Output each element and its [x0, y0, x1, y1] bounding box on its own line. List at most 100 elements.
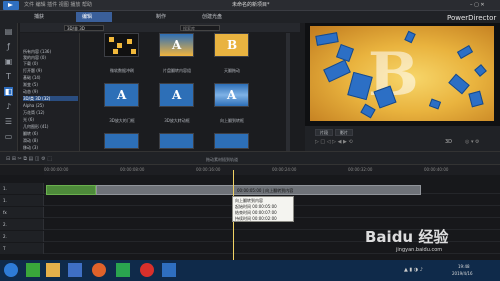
- title-bar: 文件 编辑 插件 视图 播放 帮助 未命名的新项目* – ▢ ✕: [0, 0, 500, 11]
- tab-capture[interactable]: 捕获: [28, 12, 50, 22]
- preview-settings-icon[interactable]: ◎ ▾ ⚙: [465, 139, 480, 145]
- brand-label: PowerDirector: [447, 14, 497, 22]
- tooltip-line: 起始时间 00:00:05:00: [235, 204, 277, 209]
- chapter-icon[interactable]: ☰: [4, 117, 13, 126]
- record-icon[interactable]: [140, 263, 154, 277]
- shard: [323, 59, 351, 83]
- shard: [474, 64, 487, 77]
- shard: [315, 32, 339, 46]
- thumbnail[interactable]: A: [159, 83, 194, 107]
- fx-icon[interactable]: ƒ: [4, 42, 13, 51]
- tree-item[interactable]: 渐变 (5): [23, 82, 38, 87]
- shard: [448, 73, 470, 95]
- track-header[interactable]: fx: [0, 207, 44, 218]
- tree-item[interactable]: 基础 (14): [23, 75, 40, 80]
- movie-mode-button[interactable]: 影片: [335, 129, 353, 136]
- thumbnail[interactable]: [159, 133, 194, 149]
- subtitle-icon[interactable]: ▭: [4, 132, 13, 141]
- import-icon[interactable]: ▤: [4, 27, 13, 36]
- thumbnail-caption: 向上翻到转框: [220, 118, 244, 123]
- powerdirector-window: 文件 编辑 插件 视图 播放 帮助 未命名的新项目* – ▢ ✕ 捕获 编辑 制…: [0, 0, 500, 281]
- app-icon[interactable]: [68, 263, 82, 277]
- track-header[interactable]: 1.: [0, 183, 44, 194]
- thumbnail[interactable]: A: [104, 83, 139, 107]
- track-header[interactable]: 2.: [0, 219, 44, 230]
- tree-item[interactable]: 移动 (3): [23, 145, 38, 150]
- timeline-ruler: 00:00:00:00 00:00:08:00 00:00:16:00 00:0…: [44, 165, 500, 175]
- tree-item[interactable]: 几何图形 (41): [23, 124, 48, 129]
- ruler-tick: 00:00:00:00: [44, 167, 69, 172]
- track-header[interactable]: 1.: [0, 195, 44, 206]
- app-logo: [3, 1, 19, 10]
- library-toolbar: 3D/非 3D 搜索库: [20, 23, 300, 32]
- clock-time: 19:48: [458, 264, 470, 269]
- folder-icon[interactable]: [46, 263, 60, 277]
- thumbnail-caption: 3D放大的门框: [109, 118, 135, 123]
- thumbnail[interactable]: [104, 33, 139, 57]
- preview-video: B: [310, 26, 494, 121]
- thumbnail[interactable]: A: [214, 83, 249, 107]
- tooltip-line: 结束时间 00:00:07:00: [235, 210, 277, 215]
- powerdirector-icon[interactable]: [162, 263, 176, 277]
- thumbnail-caption: 天翻拖动: [224, 68, 240, 73]
- shard: [428, 98, 442, 110]
- effects-icon[interactable]: ▣: [4, 57, 13, 66]
- tree-item[interactable]: 下载 (0): [23, 61, 38, 66]
- category-tree: 所有内容 (136) 我的内容 (0) 下载 (0) 打开题 (9) 基础 (1…: [20, 33, 80, 151]
- tree-item[interactable]: 打开题 (9): [23, 68, 42, 73]
- tooltip-line: 向上翻转到内容: [235, 198, 263, 203]
- watermark: Baidu 经验: [365, 228, 449, 246]
- audio-icon[interactable]: ♪: [4, 102, 13, 111]
- tree-item[interactable]: 翻转 (6): [23, 131, 38, 136]
- ruler-tick: 00:00:24:00: [272, 167, 297, 172]
- taskbar: ▲ ▮ ◑ ♪ 19:48 2019/4/16: [0, 260, 500, 281]
- tree-item[interactable]: 滑动 (8): [23, 138, 38, 143]
- thumbnail-caption: 3D放大转动框: [164, 118, 190, 123]
- app-icon[interactable]: [116, 263, 130, 277]
- tree-item[interactable]: 我的内容 (0): [23, 55, 46, 60]
- thumbnail[interactable]: A: [159, 33, 194, 57]
- tree-item[interactable]: 万花筒 (12): [23, 110, 44, 115]
- video-clip[interactable]: [46, 185, 96, 195]
- track-header[interactable]: T: [0, 243, 44, 254]
- transport-controls[interactable]: ▷ □ ◁ ▷ ◀ ▶ ⟲: [315, 139, 353, 145]
- search-input[interactable]: 搜索库: [180, 25, 220, 31]
- thumbnail[interactable]: [214, 133, 249, 149]
- tray-icons[interactable]: ▲ ▮ ◑ ♪: [404, 267, 423, 273]
- window-controls[interactable]: – ▢ ✕: [470, 2, 485, 8]
- thumbnail-caption: 微软数据冲刷: [110, 68, 134, 73]
- tree-item[interactable]: 动态 (9): [23, 89, 38, 94]
- firefox-icon[interactable]: [92, 263, 106, 277]
- tree-item[interactable]: 所有内容 (136): [23, 49, 51, 54]
- start-icon[interactable]: [4, 263, 18, 277]
- menu-file[interactable]: 文件 编辑 插件 视图 播放 帮助: [24, 2, 92, 8]
- ruler-tick: 00:00:40:00: [424, 167, 449, 172]
- category-dropdown[interactable]: 3D/非 3D: [64, 25, 104, 31]
- transition-icon[interactable]: ◧: [4, 87, 13, 96]
- thumbnail[interactable]: B: [214, 33, 249, 57]
- 3d-mode-toggle[interactable]: 3D: [445, 139, 452, 145]
- tree-item-selected[interactable]: 3D/类 3D (32): [23, 96, 78, 101]
- track-header[interactable]: 2.: [0, 231, 44, 242]
- left-rail: ▤ ƒ ▣ T ◧ ♪ ☰ ▭: [0, 23, 18, 151]
- library-scrollbar[interactable]: [286, 33, 290, 151]
- app-icon[interactable]: [26, 263, 40, 277]
- timeline-tools[interactable]: ⊟ ⊞ ✂ ⧉ ▤ ◫ ⚙ ⬚: [6, 156, 52, 162]
- watermark-url: jingyan.baidu.com: [396, 247, 443, 253]
- tab-disc[interactable]: 创建光盘: [196, 12, 228, 22]
- ruler-tick: 00:00:16:00: [196, 167, 221, 172]
- timeline-hint: 拖动素材插到轨道: [206, 157, 238, 162]
- transition-clip[interactable]: 00:00:05:00 | 向上翻转到内容: [96, 185, 421, 195]
- tree-item[interactable]: Alpha (25): [23, 103, 44, 108]
- thumbnail[interactable]: [104, 133, 139, 149]
- tab-edit[interactable]: 编辑: [76, 12, 112, 22]
- tree-item[interactable]: 光 (6): [23, 117, 34, 122]
- window-title: 未命名的新项目*: [232, 2, 270, 8]
- title-icon[interactable]: T: [4, 72, 13, 81]
- ruler-tick: 00:00:32:00: [348, 167, 373, 172]
- shard: [468, 90, 484, 108]
- preview-header: PowerDirector: [305, 11, 500, 23]
- tab-produce[interactable]: 制作: [150, 12, 172, 22]
- thumbnail-caption: 片盘翻转内容组: [163, 68, 191, 73]
- clip-mode-button[interactable]: 片段: [315, 129, 333, 136]
